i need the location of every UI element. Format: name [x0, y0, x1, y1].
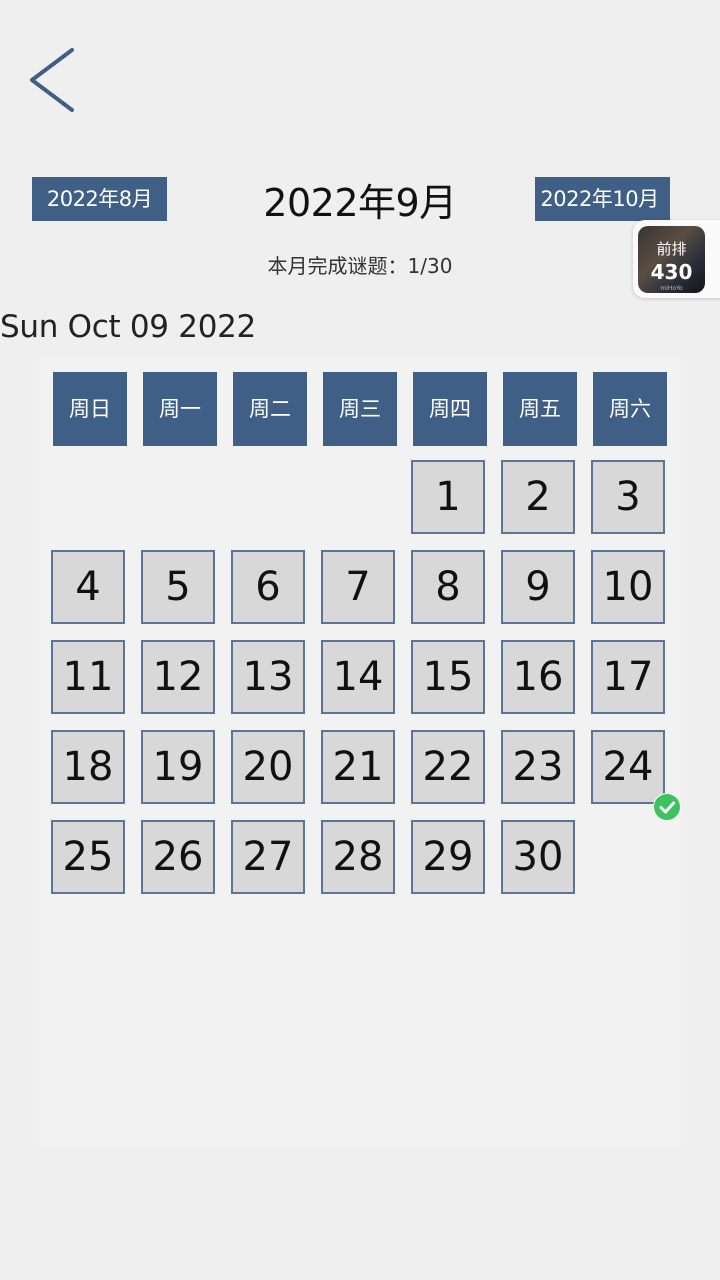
day-number: 28	[332, 834, 384, 880]
month-progress-text: 本月完成谜题：1/30	[267, 254, 453, 278]
day-number: 10	[602, 564, 654, 610]
day-cell[interactable]: 12	[141, 640, 215, 714]
weekday-header: 周六	[593, 372, 667, 446]
day-cell[interactable]: 4	[51, 550, 125, 624]
calendar-grid: 周日 周一 周二 周三 周四 周五 周六 1 2 3 4 5 6 7 8 9 10 11 12 13 14 15 16 17 1…	[39, 358, 681, 1146]
weekday-header: 周一	[143, 372, 217, 446]
day-number: 25	[62, 834, 114, 880]
day-cell[interactable]: 20	[231, 730, 305, 804]
day-number: 3	[615, 474, 641, 520]
day-number: 4	[75, 564, 101, 610]
day-number: 5	[165, 564, 191, 610]
day-number: 22	[422, 744, 474, 790]
day-number: 14	[332, 654, 384, 700]
day-cell[interactable]: 23	[501, 730, 575, 804]
weekday-header: 周日	[53, 372, 127, 446]
day-cell[interactable]: 26	[141, 820, 215, 894]
day-cell[interactable]: 8	[411, 550, 485, 624]
day-cell[interactable]: 1	[411, 460, 485, 534]
day-cell[interactable]: 6	[231, 550, 305, 624]
day-cell[interactable]: 9	[501, 550, 575, 624]
badge-top-label: 前排	[656, 240, 687, 258]
day-cell[interactable]: 29	[411, 820, 485, 894]
day-cell[interactable]: 7	[321, 550, 395, 624]
day-number: 29	[422, 834, 474, 880]
next-month-button[interactable]: 2022年10月	[535, 177, 670, 221]
day-cell[interactable]: 5	[141, 550, 215, 624]
day-number: 11	[62, 654, 114, 700]
day-cell[interactable]: 2	[501, 460, 575, 534]
day-number: 23	[512, 744, 564, 790]
day-cell[interactable]: 18	[51, 730, 125, 804]
day-number: 1	[435, 474, 461, 520]
day-cell[interactable]: 13	[231, 640, 305, 714]
day-cell[interactable]: 3	[591, 460, 665, 534]
day-number: 21	[332, 744, 384, 790]
day-number: 2	[525, 474, 551, 520]
day-number: 16	[512, 654, 564, 700]
badge-count: 430	[650, 260, 693, 284]
day-number: 24	[602, 744, 654, 790]
day-number: 18	[62, 744, 114, 790]
day-cell[interactable]: 25	[51, 820, 125, 894]
day-number: 27	[242, 834, 294, 880]
weekday-header: 周四	[413, 372, 487, 446]
day-cell[interactable]: 10	[591, 550, 665, 624]
completed-check-icon	[653, 793, 681, 821]
day-cell[interactable]: 27	[231, 820, 305, 894]
day-number: 6	[255, 564, 281, 610]
day-cell[interactable]: 17	[591, 640, 665, 714]
day-number: 12	[152, 654, 204, 700]
day-cell[interactable]: 19	[141, 730, 215, 804]
day-cell[interactable]: 30	[501, 820, 575, 894]
day-number: 7	[345, 564, 371, 610]
weekday-header: 周二	[233, 372, 307, 446]
day-cell[interactable]: 22	[411, 730, 485, 804]
day-cell[interactable]: 11	[51, 640, 125, 714]
day-cell[interactable]: 15	[411, 640, 485, 714]
day-number: 8	[435, 564, 461, 610]
weekday-header: 周五	[503, 372, 577, 446]
weekday-header: 周三	[323, 372, 397, 446]
badge-brand-logo: miHoYo	[660, 285, 683, 292]
current-date-text: Sun Oct 09 2022	[0, 309, 256, 345]
day-number: 26	[152, 834, 204, 880]
day-cell[interactable]: 16	[501, 640, 575, 714]
day-cell[interactable]: 28	[321, 820, 395, 894]
day-number: 9	[525, 564, 551, 610]
day-number: 15	[422, 654, 474, 700]
badge-thumbnail: 前排 430 miHoYo	[638, 226, 705, 293]
day-number: 17	[602, 654, 654, 700]
day-cell[interactable]: 24	[591, 730, 681, 821]
day-cell[interactable]: 14	[321, 640, 395, 714]
day-number: 20	[242, 744, 294, 790]
back-icon[interactable]	[22, 40, 86, 120]
day-number: 13	[242, 654, 294, 700]
floating-ranking-badge[interactable]: 前排 430 miHoYo	[633, 220, 720, 298]
day-cell[interactable]: 21	[321, 730, 395, 804]
day-number: 30	[512, 834, 564, 880]
day-number: 19	[152, 744, 204, 790]
